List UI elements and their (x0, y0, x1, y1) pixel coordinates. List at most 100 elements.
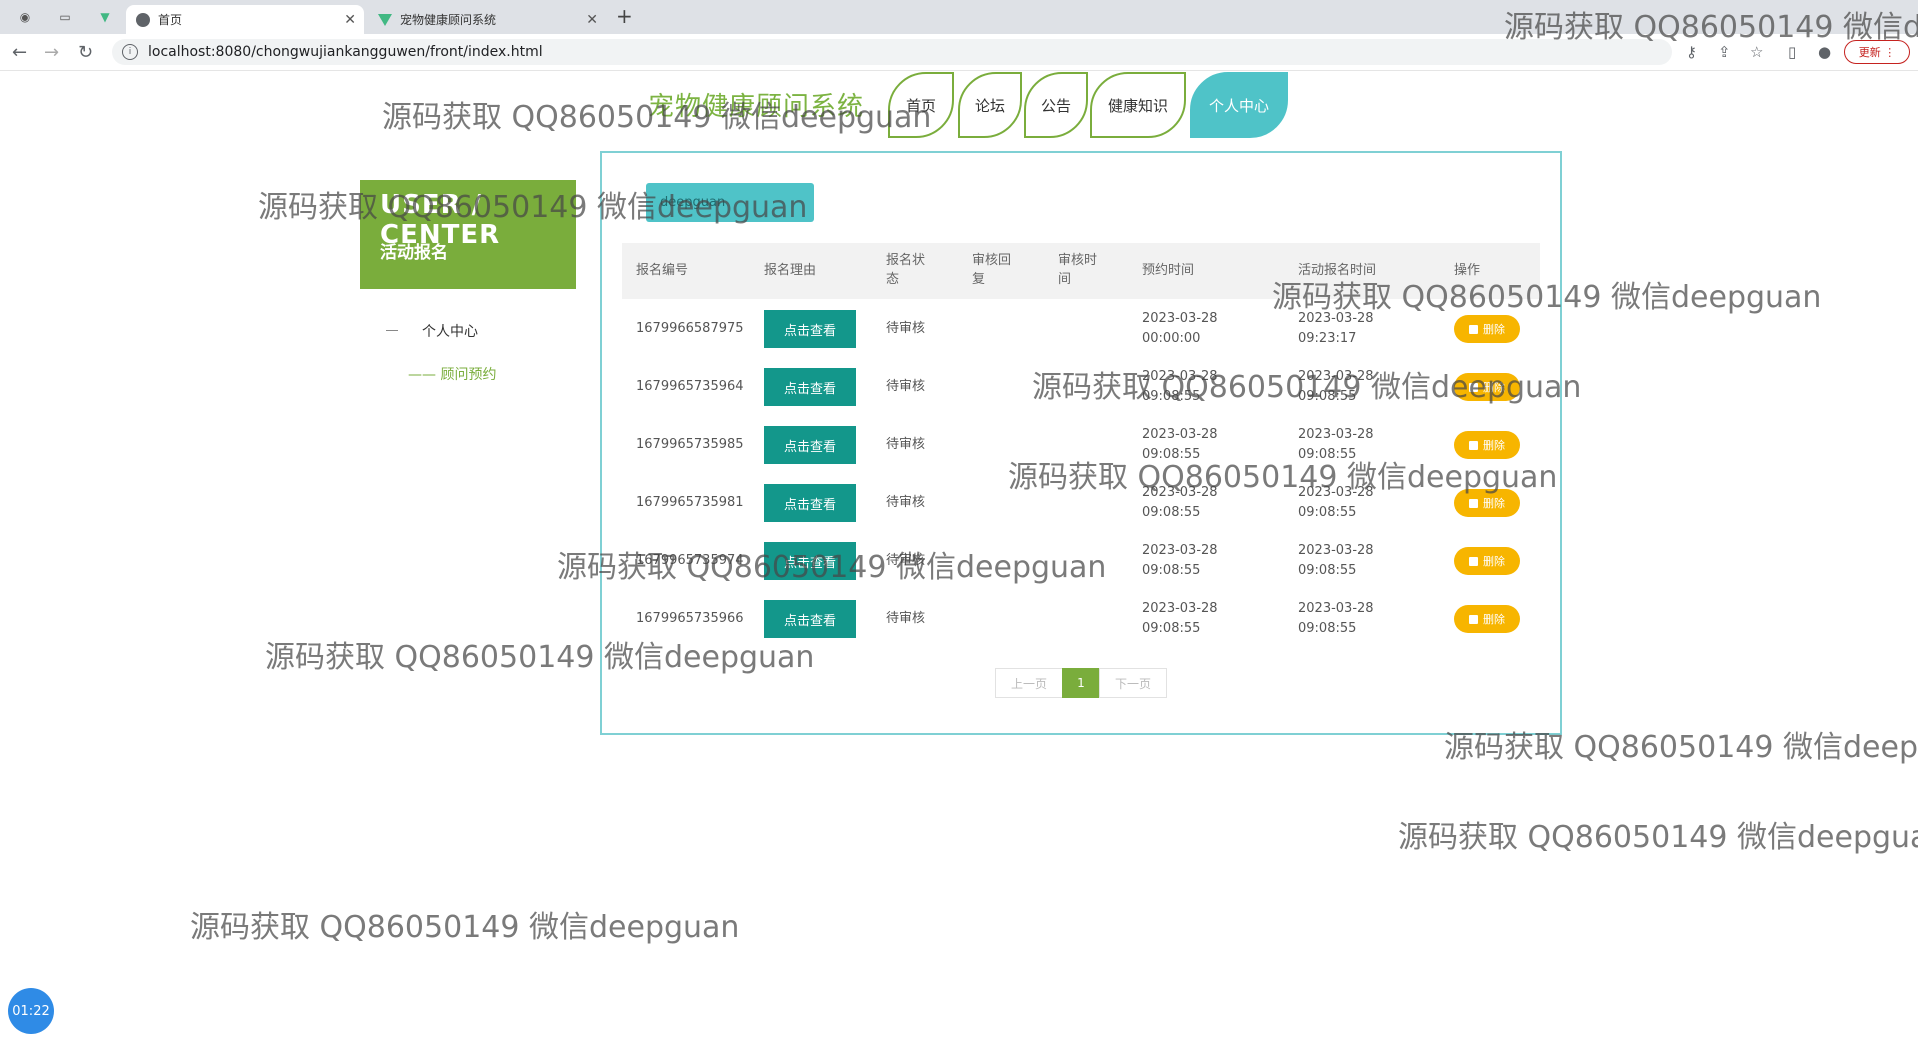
site-title: 宠物健康顾问系统 (648, 92, 865, 122)
url-field[interactable]: i localhost:8080/chongwujiankangguwen/fr… (112, 39, 1672, 65)
cell-id: 1679965735974 (636, 553, 744, 568)
user-badge[interactable]: deepguan (646, 183, 814, 222)
update-label: 更新 (1858, 46, 1881, 59)
view-reason-button[interactable]: 点击查看 (764, 542, 856, 580)
view-reason-button[interactable]: 点击查看 (764, 368, 856, 406)
trash-icon (1469, 614, 1478, 624)
next-page-button[interactable]: 下一页 (1099, 668, 1167, 698)
cell-registration-time: 09:23:17 (1298, 331, 1357, 346)
table-row: 1679965735981 点击查看 待审核 2023-03-28 09:08:55 20… (622, 474, 1540, 532)
col-header: 审核回复 (972, 253, 1012, 287)
col-header: 预约时间 (1142, 263, 1195, 278)
prev-page-button[interactable]: 上一页 (995, 668, 1063, 698)
tab-home[interactable]: 首页 ✕ (126, 5, 364, 34)
trash-icon (1469, 556, 1478, 566)
reload-icon[interactable]: ↻ (78, 42, 93, 63)
vue-icon (378, 13, 392, 26)
tab-label: 首页 (158, 13, 183, 27)
trash-icon (1469, 440, 1478, 450)
key-icon[interactable]: ⚷ (1686, 43, 1697, 61)
view-reason-button[interactable]: 点击查看 (764, 426, 856, 464)
delete-button[interactable]: 删除 (1454, 431, 1520, 459)
sidebar-item-label: 顾问预约 (440, 367, 497, 383)
tab-pet-system[interactable]: 宠物健康顾问系统 ✕ (368, 5, 606, 34)
cell-appointment-time: 09:08:55 (1142, 621, 1201, 636)
cell-id: 1679965735981 (636, 495, 744, 510)
cell-status: 待审核 (886, 379, 926, 394)
cell-registration-date: 2023-03-28 (1298, 311, 1374, 326)
delete-label: 删除 (1483, 323, 1505, 336)
close-icon[interactable]: ✕ (586, 12, 598, 28)
cell-appointment-date: 2023-03-28 (1142, 601, 1218, 616)
table-row: 1679965735966 点击查看 待审核 2023-03-28 09:08:55 20… (622, 590, 1540, 648)
cell-registration-time: 09:08:55 (1298, 563, 1357, 578)
nav-user-center[interactable]: 个人中心 (1190, 72, 1288, 138)
pinned-tab-icon[interactable]: ▭ (56, 8, 74, 26)
delete-label: 删除 (1483, 613, 1505, 626)
nav-health-knowledge[interactable]: 健康知识 (1090, 72, 1186, 138)
sidebar-item-consultant-booking[interactable]: —— 顾问预约 (408, 364, 496, 384)
delete-label: 删除 (1483, 439, 1505, 452)
cell-registration-time: 09:08:55 (1298, 505, 1357, 520)
delete-button[interactable]: 删除 (1454, 605, 1520, 633)
update-button[interactable]: 更新 ⋮ (1844, 40, 1910, 64)
cell-status: 待审核 (886, 495, 926, 510)
col-header: 报名编号 (636, 263, 689, 278)
cell-appointment-date: 2023-03-28 (1142, 485, 1218, 500)
recording-timer[interactable]: 01:22 (8, 988, 54, 1034)
watermark: 源码获取 QQ86050149 微信deepguan (190, 910, 740, 945)
cell-registration-date: 2023-03-28 (1298, 369, 1374, 384)
delete-label: 删除 (1483, 497, 1505, 510)
view-reason-button[interactable]: 点击查看 (764, 310, 856, 348)
cell-registration-time: 09:08:55 (1298, 389, 1357, 404)
forward-icon[interactable]: → (44, 42, 59, 63)
url-text: localhost:8080/chongwujiankangguwen/fron… (148, 44, 543, 60)
delete-button[interactable]: 删除 (1454, 373, 1520, 401)
star-icon[interactable]: ☆ (1750, 43, 1763, 61)
sidebar-item-user-center[interactable]: 个人中心 (422, 321, 478, 341)
cell-registration-date: 2023-03-28 (1298, 427, 1374, 442)
cell-id: 1679966587975 (636, 321, 744, 336)
vue-tab-icon[interactable]: ▼ (96, 8, 114, 26)
nav-notice[interactable]: 公告 (1024, 72, 1088, 138)
cell-status: 待审核 (886, 321, 926, 336)
browser-tab-bar: ◉ ▭ ▼ 首页 ✕ 宠物健康顾问系统 ✕ + (0, 0, 1918, 34)
trash-icon (1469, 324, 1478, 334)
cell-registration-time: 09:08:55 (1298, 621, 1357, 636)
cell-registration-time: 09:08:55 (1298, 447, 1357, 462)
info-icon[interactable]: i (122, 44, 138, 60)
table-row: 1679965735974 点击查看 待审核 2023-03-28 09:08:55 20… (622, 532, 1540, 590)
col-header: 报名状态 (886, 253, 926, 287)
cell-id: 1679965735966 (636, 611, 744, 626)
cell-appointment-time: 09:08:55 (1142, 505, 1201, 520)
delete-button[interactable]: 删除 (1454, 315, 1520, 343)
table-row: 1679965735964 点击查看 待审核 2023-03-28 09:08:55 20… (622, 358, 1540, 416)
watermark: 源码获取 QQ86050149 微信deepguan (1398, 820, 1918, 855)
nav-forum[interactable]: 论坛 (958, 72, 1022, 138)
page-1-button[interactable]: 1 (1062, 668, 1100, 698)
back-icon[interactable]: ← (12, 42, 27, 63)
close-icon[interactable]: ✕ (344, 12, 356, 28)
sidepanel-icon[interactable]: ▯ (1788, 43, 1796, 61)
delete-button[interactable]: 删除 (1454, 489, 1520, 517)
cell-appointment-time: 09:08:55 (1142, 563, 1201, 578)
pinned-tab-icon[interactable]: ◉ (16, 8, 34, 26)
new-tab-button[interactable]: + (616, 4, 633, 28)
table-header: 报名编号 报名理由 报名状态 审核回复 审核时间 预约时间 活动报名时间 操作 (622, 243, 1540, 299)
profile-icon[interactable]: ● (1818, 43, 1831, 61)
view-reason-button[interactable]: 点击查看 (764, 600, 856, 638)
cell-registration-date: 2023-03-28 (1298, 485, 1374, 500)
cell-appointment-time: 00:00:00 (1142, 331, 1201, 346)
sidebar-dash (386, 330, 398, 331)
col-header: 操作 (1454, 263, 1481, 278)
cell-registration-date: 2023-03-28 (1298, 601, 1374, 616)
delete-button[interactable]: 删除 (1454, 547, 1520, 575)
col-header: 活动报名时间 (1298, 263, 1377, 278)
cell-status: 待审核 (886, 437, 926, 452)
view-reason-button[interactable]: 点击查看 (764, 484, 856, 522)
cell-status: 待审核 (886, 553, 926, 568)
share-icon[interactable]: ⇪ (1718, 43, 1731, 61)
cell-appointment-time: 09:08:55 (1142, 447, 1201, 462)
nav-home[interactable]: 首页 (888, 72, 954, 138)
cell-appointment-date: 2023-03-28 (1142, 427, 1218, 442)
